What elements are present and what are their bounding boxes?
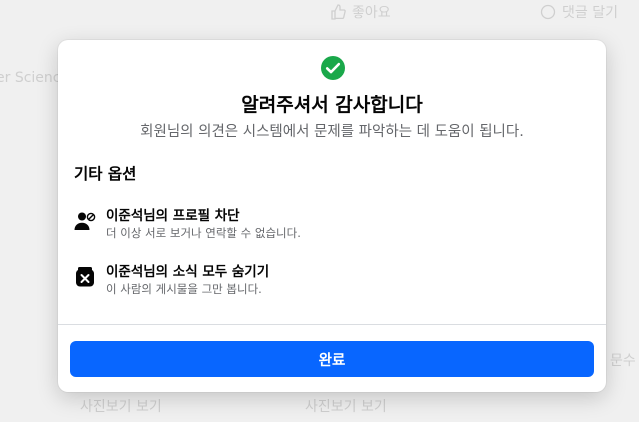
other-options-heading: 기타 옵션 xyxy=(74,165,137,183)
hide-all-posts-description: 이 사람의 게시물을 그만 봅니다. xyxy=(106,282,262,296)
background-like-button: 좋아요 xyxy=(330,2,391,22)
background-comment-button: 댓글 달기 xyxy=(540,2,618,22)
check-circle-icon xyxy=(320,55,346,81)
background-text-bottom-left: 사진보기 보기 xyxy=(80,399,162,415)
block-user-icon xyxy=(74,210,96,232)
background-text-right: 문수 xyxy=(610,353,636,369)
block-profile-title: 이준석님의 프로필 차단 xyxy=(106,208,240,224)
hide-all-posts-option[interactable]: 이준석님의 소식 모두 숨기기 이 사람의 게시물을 그만 봅니다. xyxy=(74,260,594,300)
background-comment-label: 댓글 달기 xyxy=(562,5,618,21)
feedback-dialog: 알려주셔서 감사합니다 회원님의 의견은 시스템에서 문제를 파악하는 데 도움… xyxy=(58,40,606,392)
hide-posts-icon xyxy=(74,266,96,288)
background-text-bottom-mid: 사진보기 보기 xyxy=(305,399,387,415)
dialog-divider xyxy=(58,324,606,325)
thumbs-up-icon xyxy=(330,4,346,20)
hide-all-posts-title: 이준석님의 소식 모두 숨기기 xyxy=(106,264,270,280)
background-like-label: 좋아요 xyxy=(352,5,391,21)
block-profile-description: 더 이상 서로 보거나 연락할 수 없습니다. xyxy=(106,226,301,240)
comment-icon xyxy=(540,4,556,20)
done-button[interactable]: 완료 xyxy=(70,341,594,377)
background-text-left: er Scienc xyxy=(0,70,61,86)
dialog-title: 알려주셔서 감사합니다 xyxy=(241,94,423,116)
dialog-subtitle: 회원님의 의견은 시스템에서 문제를 파악하는 데 도움이 됩니다. xyxy=(140,124,524,140)
block-profile-option[interactable]: 이준석님의 프로필 차단 더 이상 서로 보거나 연락할 수 없습니다. xyxy=(74,204,594,244)
